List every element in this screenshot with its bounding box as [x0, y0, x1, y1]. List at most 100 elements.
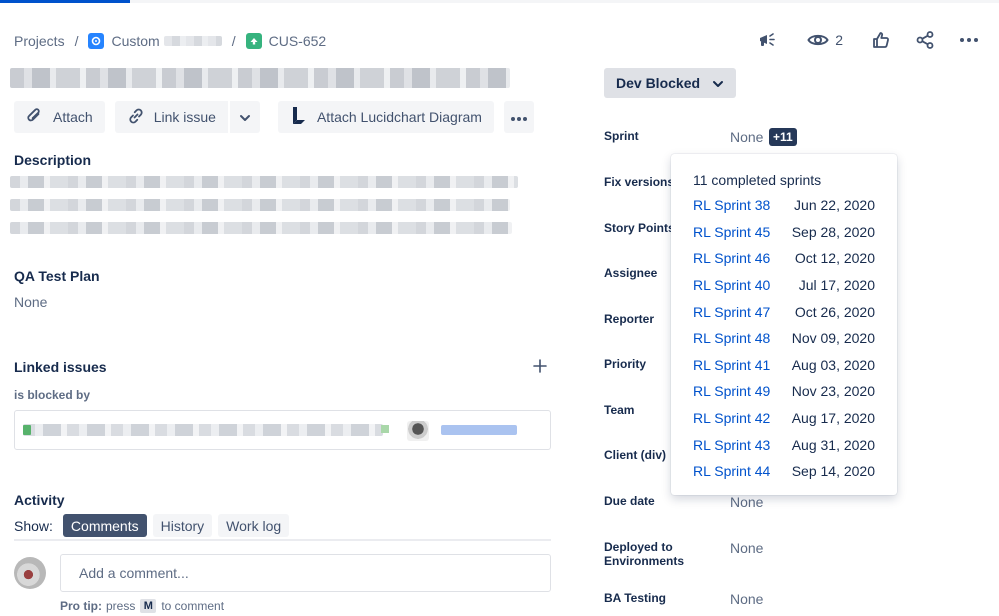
paperclip-icon [26, 107, 53, 128]
breadcrumb-projects[interactable]: Projects [14, 33, 65, 49]
redacted-issue-summary [23, 424, 383, 436]
field-label-due-date: Due date [604, 494, 655, 508]
field-label-team: Team [604, 403, 635, 417]
pro-tip: Pro tip: press M to comment [60, 599, 224, 613]
sprint-date: Nov 23, 2020 [791, 383, 875, 399]
field-label-reporter: Reporter [604, 312, 655, 326]
ba-testing-value[interactable]: None [730, 591, 763, 607]
list-item: RL Sprint 41 Aug 03, 2020 [693, 355, 875, 375]
sprint-link[interactable]: RL Sprint 40 [693, 277, 770, 293]
attach-lucidchart-button[interactable]: Attach Lucidchart Diagram [277, 101, 494, 133]
redacted-text [163, 36, 222, 46]
lucidchart-icon [290, 105, 317, 130]
sprint-date: Oct 26, 2020 [794, 304, 875, 320]
share-icon [915, 30, 935, 50]
more-icon [510, 109, 528, 125]
issue-toolbar: Attach Link issue Attach Lucidchart Diag… [14, 101, 544, 133]
sprint-count-badge[interactable]: +11 [769, 128, 797, 146]
field-label-client-div: Client (div) [604, 448, 666, 462]
sprint-link[interactable]: RL Sprint 41 [693, 357, 770, 373]
field-label-assignee: Assignee [604, 266, 658, 280]
avatar[interactable] [14, 557, 46, 589]
issue-summary-redacted[interactable] [10, 68, 510, 88]
comment-placeholder: Add a comment... [79, 565, 189, 581]
list-item: RL Sprint 44 Sep 14, 2020 [693, 461, 875, 481]
show-label: Show: [14, 517, 53, 534]
tab-comments[interactable]: Comments [62, 514, 147, 537]
vote-button[interactable] [865, 26, 897, 54]
tab-history[interactable]: History [152, 514, 213, 537]
redacted-line [10, 176, 518, 188]
toolbar-more-button[interactable] [503, 101, 534, 133]
project-avatar-icon [88, 33, 105, 49]
sprint-link[interactable]: RL Sprint 43 [693, 437, 770, 453]
assignee-avatar [407, 421, 429, 441]
list-item: RL Sprint 45 Sep 28, 2020 [693, 222, 875, 242]
sprint-link[interactable]: RL Sprint 47 [693, 304, 770, 320]
eye-icon [807, 32, 829, 48]
list-item: RL Sprint 48 Nov 09, 2020 [693, 328, 875, 348]
more-icon [959, 37, 979, 43]
sprint-link[interactable]: RL Sprint 48 [693, 330, 770, 346]
breadcrumb-project-label: Custom [111, 33, 160, 49]
chevron-down-icon [239, 109, 251, 125]
link-issue-dropdown[interactable] [229, 101, 260, 133]
sprint-link[interactable]: RL Sprint 44 [693, 463, 770, 479]
add-comment-input[interactable]: Add a comment... [60, 554, 551, 592]
sprint-value[interactable]: None [730, 129, 763, 145]
keyboard-shortcut-key: M [140, 599, 157, 613]
linked-issues-heading: Linked issues [14, 359, 107, 375]
sprint-date: Aug 17, 2020 [791, 410, 875, 426]
deployed-environments-value[interactable]: None [730, 540, 763, 556]
status-dropdown-button[interactable]: Dev Blocked [604, 68, 736, 98]
story-type-icon [245, 33, 262, 49]
sprint-date: Jun 22, 2020 [794, 197, 875, 213]
link-icon [127, 107, 154, 128]
feedback-button[interactable] [751, 26, 783, 54]
sprint-date: Aug 03, 2020 [791, 357, 875, 373]
field-label-priority: Priority [604, 357, 647, 371]
description-heading: Description [14, 152, 92, 168]
tab-work-log[interactable]: Work log [218, 514, 290, 537]
sprint-link[interactable]: RL Sprint 42 [693, 410, 770, 426]
more-actions-button[interactable] [953, 26, 985, 54]
sprint-date: Sep 28, 2020 [791, 224, 875, 240]
sprint-link[interactable]: RL Sprint 49 [693, 383, 770, 399]
redacted-line [10, 199, 510, 211]
pro-tip-rest: to comment [161, 599, 225, 613]
sprint-link[interactable]: RL Sprint 38 [693, 197, 770, 213]
attach-button[interactable]: Attach [14, 101, 105, 133]
breadcrumb-separator: / [74, 33, 79, 49]
field-label-story-points: Story Points [604, 221, 675, 235]
list-item: RL Sprint 38 Jun 22, 2020 [693, 195, 875, 215]
sprint-link[interactable]: RL Sprint 46 [693, 250, 770, 266]
link-issue-button[interactable]: Link issue [114, 101, 228, 133]
linked-issue-row[interactable] [14, 410, 551, 450]
qa-test-plan-heading: QA Test Plan [14, 268, 100, 284]
sprint-link[interactable]: RL Sprint 45 [693, 224, 770, 240]
share-button[interactable] [909, 26, 941, 54]
activity-filter: Show: Comments History Work log [14, 514, 295, 537]
list-item: RL Sprint 40 Jul 17, 2020 [693, 275, 875, 295]
field-label-sprint: Sprint [604, 129, 639, 143]
issue-header-actions: 2 [751, 26, 985, 54]
chevron-down-icon [700, 75, 724, 91]
plus-icon [533, 358, 547, 378]
qa-test-plan-value[interactable]: None [14, 294, 47, 310]
breadcrumb-separator: / [231, 33, 236, 49]
list-item: RL Sprint 42 Aug 17, 2020 [693, 408, 875, 428]
breadcrumb-project[interactable]: Custom [111, 33, 222, 49]
priority-icon [381, 425, 389, 433]
thumbs-up-icon [871, 30, 891, 50]
watch-button[interactable]: 2 [803, 26, 847, 54]
field-label-line: Environments [604, 554, 685, 568]
breadcrumb-issue-key[interactable]: CUS-652 [269, 33, 327, 49]
activity-heading: Activity [14, 492, 65, 508]
link-relation-label: is blocked by [14, 388, 91, 402]
due-date-value[interactable]: None [730, 494, 763, 510]
status-label: Dev Blocked [616, 75, 701, 91]
add-linked-issue-button[interactable] [528, 358, 552, 378]
attach-label: Attach [53, 109, 93, 125]
sprint-date: Oct 12, 2020 [794, 250, 875, 266]
megaphone-icon [757, 30, 777, 50]
